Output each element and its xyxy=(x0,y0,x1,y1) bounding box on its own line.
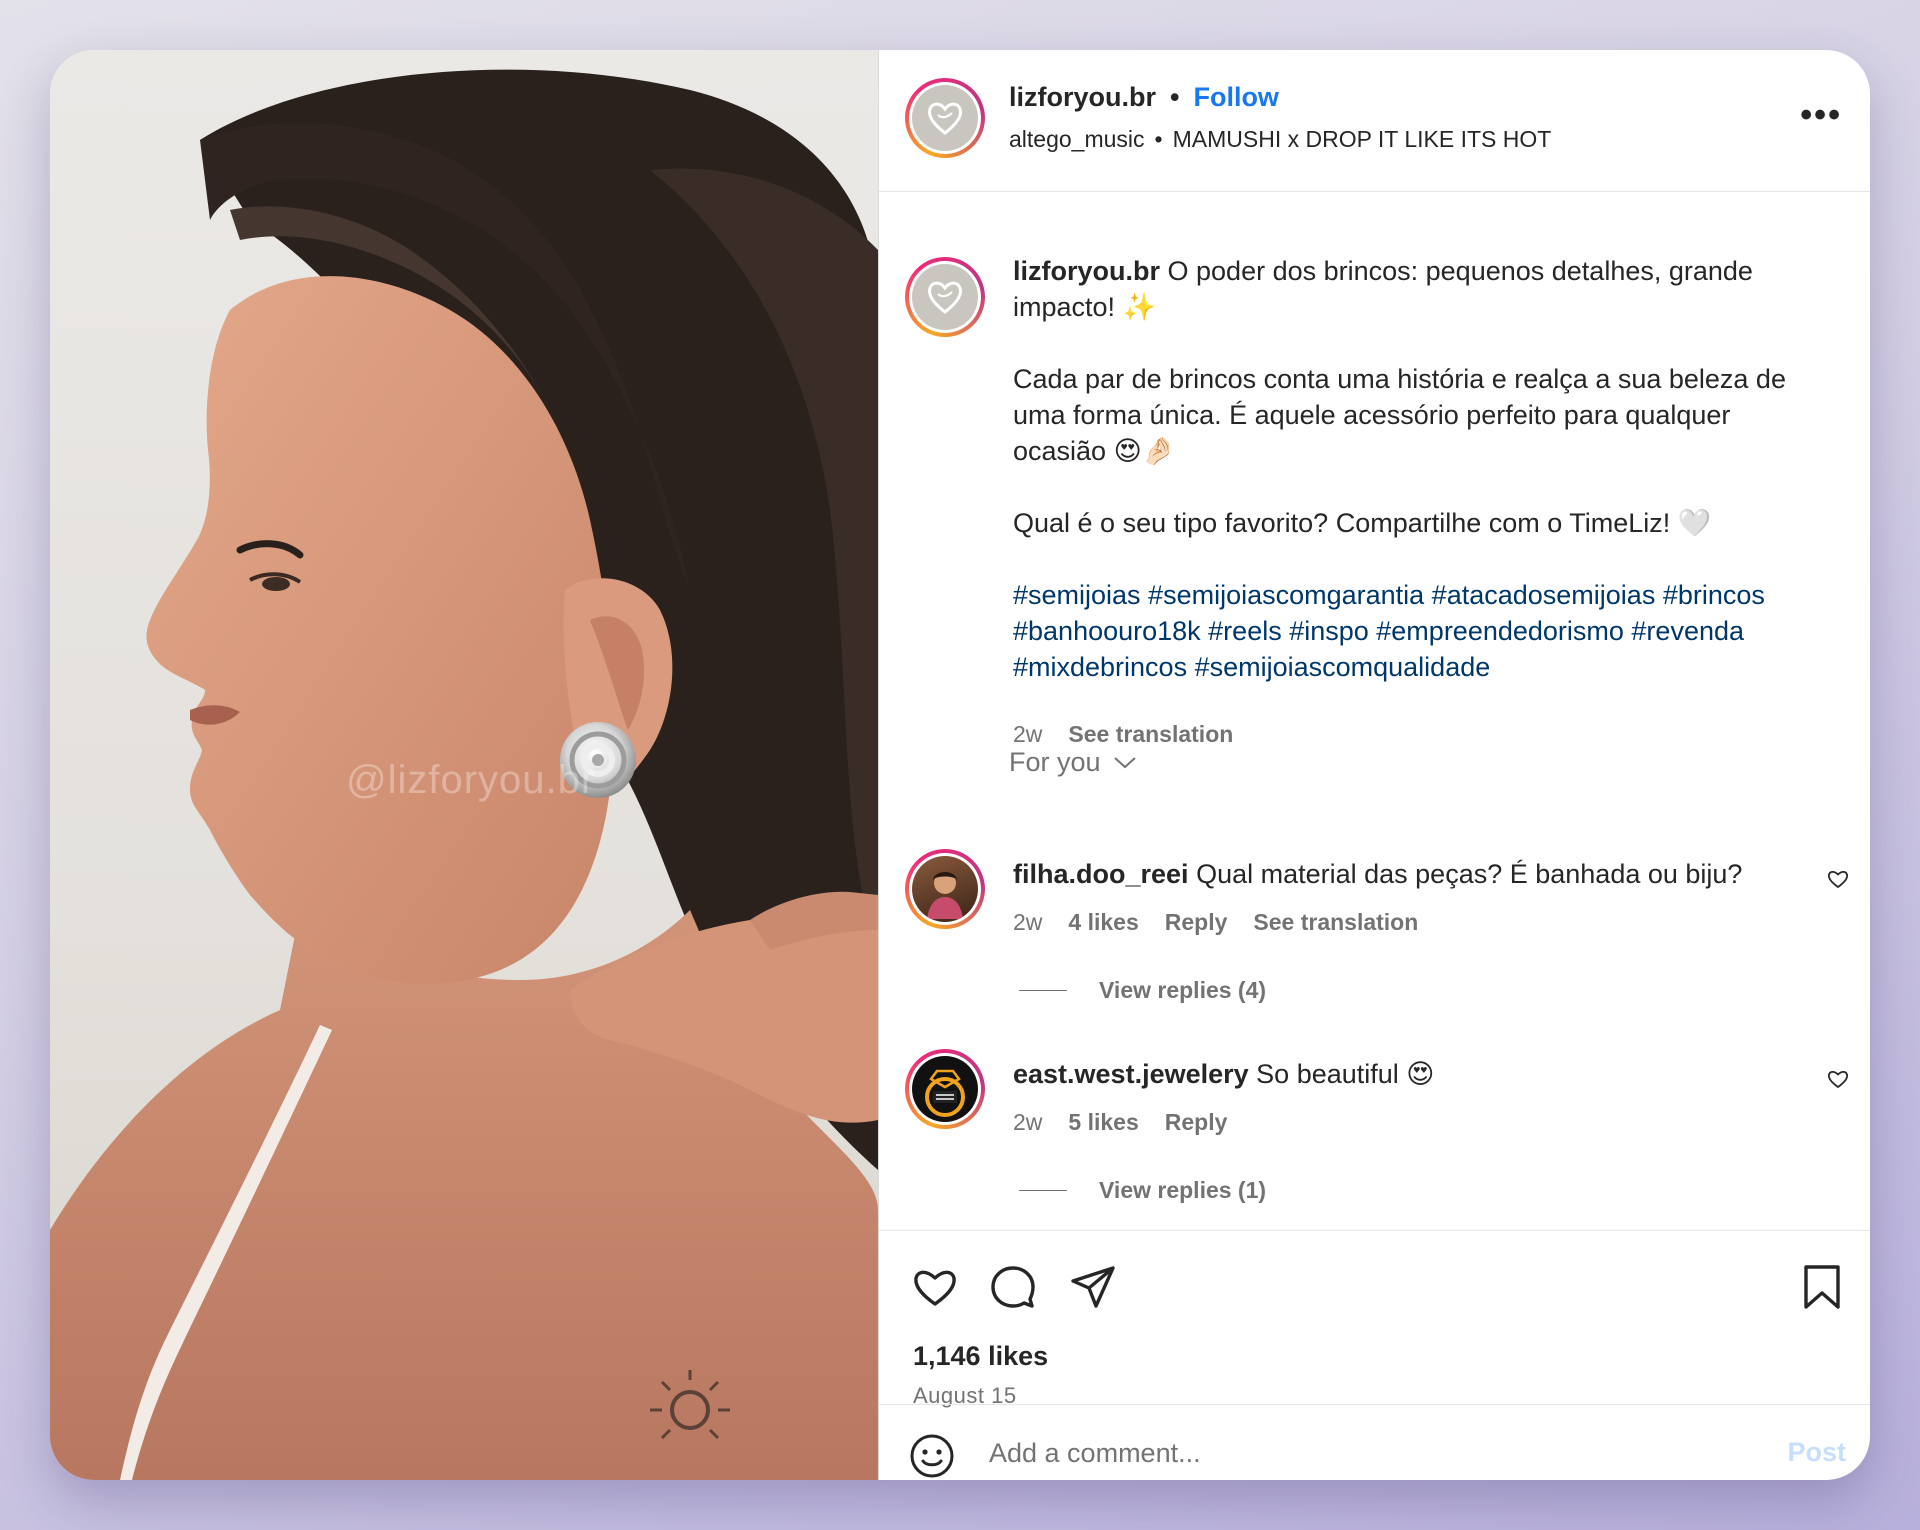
post-caption: lizforyou.br O poder dos brincos: pequen… xyxy=(1013,253,1823,685)
avatar-image-icon xyxy=(927,872,963,919)
share-send-icon[interactable] xyxy=(1069,1263,1117,1311)
comment-time: 2w xyxy=(1013,1109,1043,1135)
like-heart-icon[interactable] xyxy=(911,1263,959,1311)
commenter-avatar[interactable] xyxy=(905,1049,985,1129)
audio-artist-link[interactable]: altego_music xyxy=(1009,126,1145,153)
comment-text: So beautiful 😍 xyxy=(1256,1059,1435,1089)
caption-paragraph-2: Cada par de brincos conta uma história e… xyxy=(1013,364,1786,466)
comment-time: 2w xyxy=(1013,909,1043,935)
comment-meta: 2w 5 likes Reply xyxy=(1013,1109,1227,1136)
bookmark-save-icon[interactable] xyxy=(1798,1263,1846,1311)
comment-bubble-icon[interactable] xyxy=(989,1263,1037,1311)
comment-composer: Post xyxy=(879,1404,1870,1480)
add-comment-input[interactable] xyxy=(989,1431,1689,1475)
comment-meta: 2w 4 likes Reply See translation xyxy=(1013,909,1418,936)
comment-see-translation[interactable]: See translation xyxy=(1253,909,1418,936)
comment-reply-button[interactable]: Reply xyxy=(1165,909,1228,936)
caption-hashtags[interactable]: #semijoias #semijoiascomgarantia #atacad… xyxy=(1013,577,1823,685)
author-avatar[interactable] xyxy=(905,78,985,158)
comment-like-icon[interactable] xyxy=(1826,867,1850,891)
post-photo[interactable]: @lizforyou.br xyxy=(50,50,878,1480)
commenter-avatar[interactable] xyxy=(905,849,985,929)
post-comment-button[interactable]: Post xyxy=(1787,1437,1846,1468)
photo-watermark: @lizforyou.br xyxy=(346,758,596,802)
comment-like-icon[interactable] xyxy=(1826,1067,1850,1091)
caption-username[interactable]: lizforyou.br xyxy=(1013,256,1160,286)
heart-logo-icon xyxy=(928,102,962,135)
follow-button[interactable]: Follow xyxy=(1193,82,1278,113)
caption-meta: 2w See translation xyxy=(1013,721,1233,748)
caption-see-translation[interactable]: See translation xyxy=(1068,721,1233,748)
chevron-down-icon xyxy=(1113,756,1136,768)
comment-likes[interactable]: 5 likes xyxy=(1068,1109,1138,1136)
view-replies-button[interactable]: View replies (1) xyxy=(1019,1177,1266,1204)
comment-sort-dropdown[interactable]: For you xyxy=(1009,747,1137,778)
audio-title-link[interactable]: MAMUSHI x DROP IT LIKE ITS HOT xyxy=(1173,126,1552,153)
view-replies-label: View replies (1) xyxy=(1099,1177,1267,1203)
separator-dot: • xyxy=(1170,82,1180,112)
view-replies-label: View replies (4) xyxy=(1099,977,1267,1003)
emoji-picker-icon[interactable] xyxy=(909,1433,955,1479)
replies-divider xyxy=(1019,990,1067,991)
caption-paragraph-3: Qual é o seu tipo favorito? Compartilhe … xyxy=(1013,508,1712,538)
view-replies-button[interactable]: View replies (4) xyxy=(1019,977,1266,1004)
jewelry-logo-icon xyxy=(925,1069,965,1117)
post-details-panel: lizforyou.br • Follow altego_music • MAM… xyxy=(878,50,1870,1480)
post-modal: @lizforyou.br lizforyou.br • Follow alte… xyxy=(50,50,1870,1480)
commenter-username[interactable]: east.west.jewelery xyxy=(1013,1059,1249,1089)
more-options-button[interactable]: ••• xyxy=(1800,96,1842,135)
like-count[interactable]: 1,146 likes xyxy=(913,1341,1048,1372)
comments-scroll-area[interactable]: lizforyou.br O poder dos brincos: pequen… xyxy=(879,193,1870,1230)
comment-likes[interactable]: 4 likes xyxy=(1068,909,1138,936)
replies-divider xyxy=(1019,1190,1067,1191)
caption-author-avatar[interactable] xyxy=(905,257,985,337)
heart-logo-icon xyxy=(928,281,962,314)
post-header: lizforyou.br • Follow altego_music • MAM… xyxy=(879,50,1870,192)
caption-time: 2w xyxy=(1013,721,1043,747)
comment-reply-button[interactable]: Reply xyxy=(1165,1109,1228,1136)
commenter-username[interactable]: filha.doo_reei xyxy=(1013,859,1189,889)
separator-dot: • xyxy=(1154,126,1163,152)
comment-sort-label: For you xyxy=(1009,747,1101,777)
comment-text: Qual material das peças? É banhada ou bi… xyxy=(1196,859,1743,889)
author-username[interactable]: lizforyou.br xyxy=(1009,82,1156,113)
